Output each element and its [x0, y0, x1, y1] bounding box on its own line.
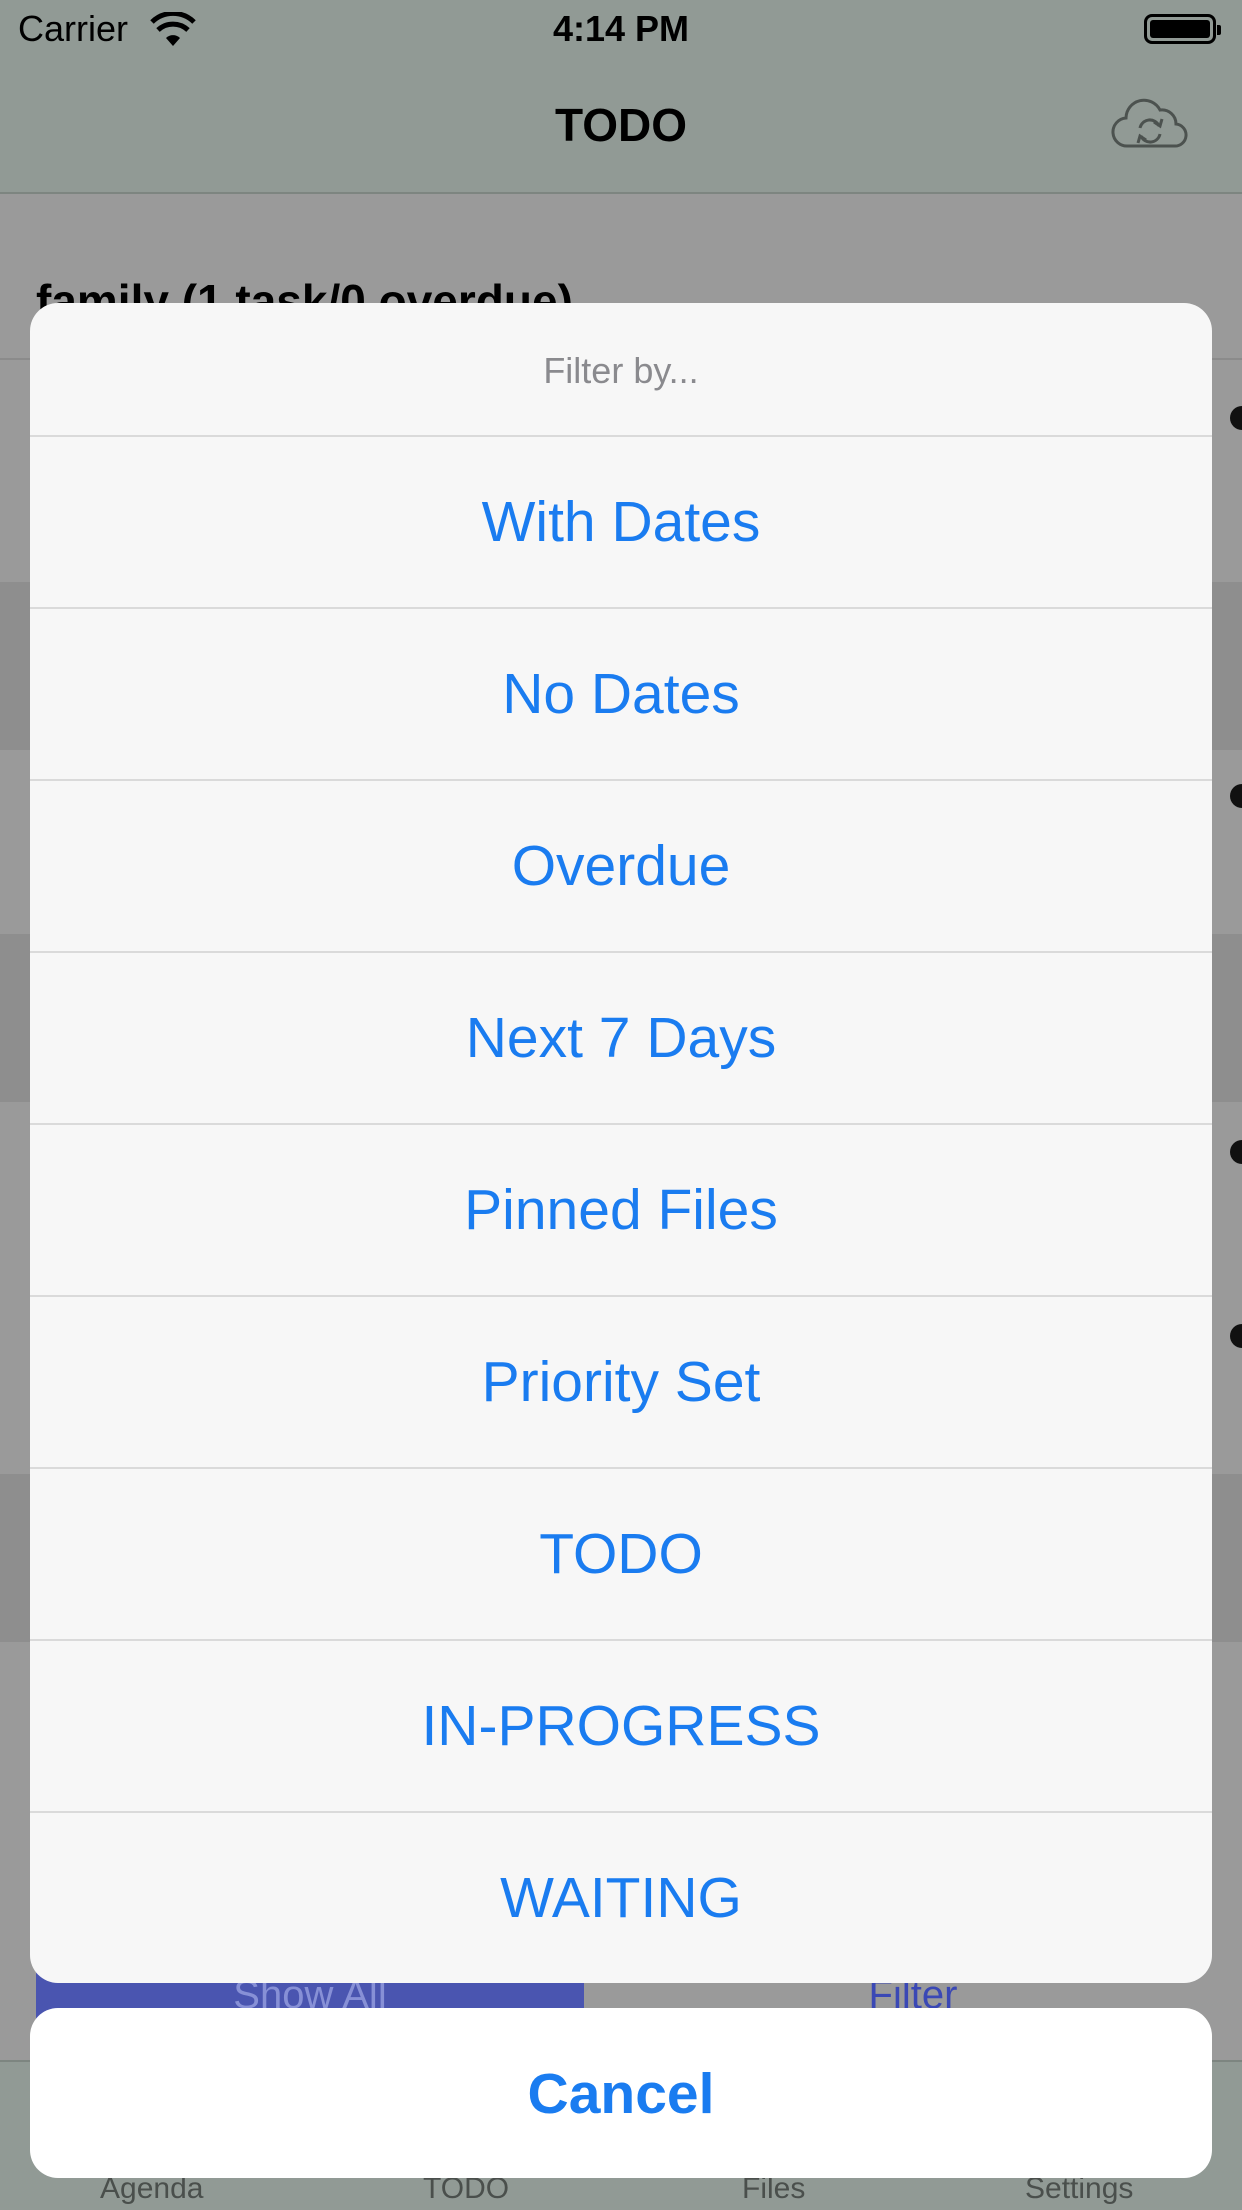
cancel-button[interactable]: Cancel	[30, 2008, 1212, 2178]
row-indicator	[1230, 784, 1242, 808]
option-priority-set[interactable]: Priority Set	[30, 1295, 1212, 1466]
clock: 4:14 PM	[552, 8, 690, 49]
navigation-bar: TODO	[0, 60, 1242, 194]
cloud-sync-icon[interactable]	[1110, 96, 1190, 156]
option-waiting[interactable]: WAITING	[30, 1811, 1212, 1982]
option-pinned-files[interactable]: Pinned Files	[30, 1123, 1212, 1294]
row-indicator	[1230, 406, 1242, 430]
action-sheet-title: Filter by...	[543, 350, 699, 391]
filter-action-sheet: Filter by... With Dates No Dates Overdue…	[30, 303, 1212, 1983]
status-bar: Carrier 4:14 PM	[0, 0, 1242, 60]
option-next-7-days[interactable]: Next 7 Days	[30, 951, 1212, 1122]
option-overdue[interactable]: Overdue	[30, 779, 1212, 950]
battery-icon	[1144, 14, 1221, 44]
row-indicator	[1230, 1324, 1242, 1348]
row-indicator	[1230, 1140, 1242, 1164]
option-todo[interactable]: TODO	[30, 1467, 1212, 1638]
option-no-dates[interactable]: No Dates	[30, 607, 1212, 778]
option-in-progress[interactable]: IN-PROGRESS	[30, 1639, 1212, 1810]
option-with-dates[interactable]: With Dates	[30, 435, 1212, 606]
page-title: TODO	[554, 99, 688, 151]
